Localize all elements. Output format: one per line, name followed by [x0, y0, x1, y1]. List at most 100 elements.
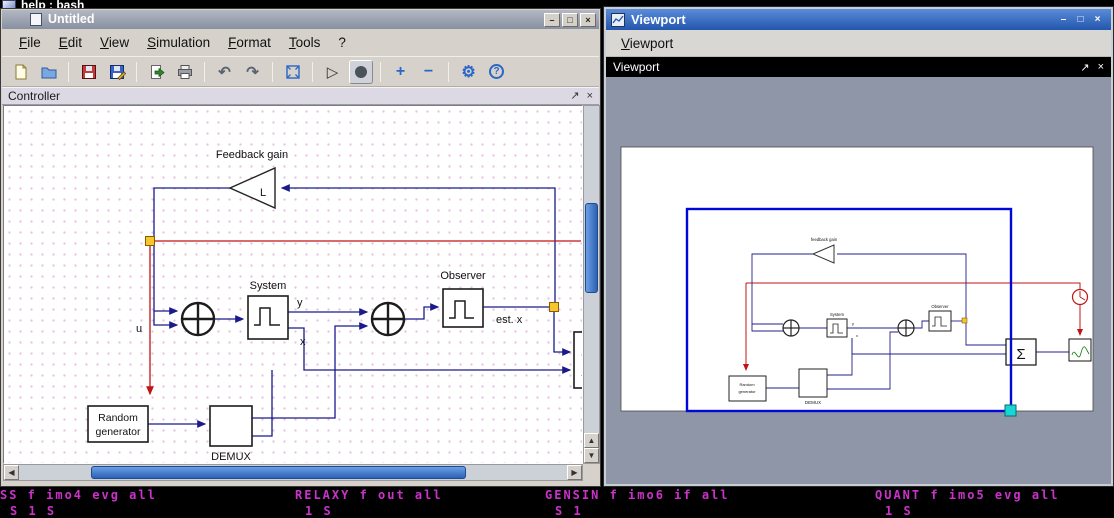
viewport-window-title: Viewport [631, 12, 1055, 27]
controller-panel-title: Controller [8, 88, 60, 104]
undock-icon[interactable]: ↗ [1080, 61, 1089, 74]
undo-button[interactable]: ↶ [212, 60, 237, 84]
play-icon: ▷ [327, 63, 339, 81]
system-block[interactable] [248, 296, 288, 339]
random-generator-block[interactable]: Random generator [88, 406, 148, 442]
terminal-output-fragment: S 1 S [10, 504, 56, 518]
mini-observer-block [929, 311, 951, 331]
export-button[interactable] [144, 60, 169, 84]
fit-diagram-button[interactable] [280, 60, 305, 84]
viewport-content[interactable]: feedback gain System y x [606, 77, 1111, 484]
horizontal-scroll-track[interactable] [19, 465, 567, 480]
y-label: y [297, 297, 303, 309]
sum-block[interactable] [372, 303, 404, 335]
mini-sum-block [783, 320, 799, 336]
menu-help[interactable]: ? [329, 32, 355, 53]
mini-scope-block [1069, 339, 1091, 361]
vertical-scrollbar[interactable]: ▲ ▼ [583, 105, 600, 464]
toolbar-separator [204, 62, 205, 82]
scroll-down-button[interactable]: ▼ [584, 448, 599, 463]
viewport-titlebar[interactable]: Viewport – □ × [606, 9, 1111, 30]
zoom-out-button[interactable]: − [416, 60, 441, 84]
horizontal-scroll-thumb[interactable] [91, 466, 466, 479]
maximize-button[interactable]: □ [1072, 12, 1089, 28]
close-button[interactable]: × [580, 13, 596, 27]
gear-icon: ⚙ [461, 62, 475, 82]
menu-edit[interactable]: Edit [50, 32, 91, 53]
diagram-canvas[interactable]: L Feedback gain System [3, 105, 583, 464]
save-as-button[interactable] [104, 60, 129, 84]
mini-y-label: y [852, 321, 854, 326]
toolbar-separator [312, 62, 313, 82]
demux-block[interactable] [210, 406, 252, 446]
zoom-in-button[interactable]: + [388, 60, 413, 84]
save-button[interactable] [76, 60, 101, 84]
menu-simulation[interactable]: Simulation [138, 32, 219, 53]
menu-format[interactable]: Format [219, 32, 280, 53]
terminal-output-line: RELAXY f out all [295, 488, 443, 502]
compare-block[interactable]: + − [574, 332, 583, 388]
panel-close-icon[interactable]: × [587, 88, 593, 104]
terminal-output-fragment: S 1 [555, 504, 583, 518]
mini-demux-label: DEMUX [805, 400, 821, 405]
vertical-scroll-thumb[interactable] [585, 203, 598, 293]
gain-block[interactable]: L [230, 168, 275, 208]
viewport-panel-header[interactable]: Viewport ↗ × [606, 57, 1111, 77]
terminal-output-line: GENSIN f imo6 if all [545, 488, 730, 502]
link-node[interactable] [550, 303, 559, 312]
scroll-right-button[interactable]: ▶ [567, 465, 582, 480]
minimize-button[interactable]: – [1055, 12, 1072, 28]
open-folder-icon [40, 63, 58, 81]
mini-random-label-1: Random [739, 382, 755, 387]
redo-button[interactable]: ↷ [240, 60, 265, 84]
mini-random-label-2: generator [738, 389, 756, 394]
u-label: u [136, 323, 142, 335]
mini-demux-block [799, 369, 827, 397]
terminal-output-fragment: 1 S [305, 504, 333, 518]
scroll-up-button[interactable]: ▲ [584, 433, 599, 448]
stop-simulation-button[interactable] [348, 60, 373, 84]
viewport-panel-title: Viewport [613, 60, 659, 74]
start-simulation-button[interactable]: ▷ [320, 60, 345, 84]
mini-observer-label: Observer [931, 304, 949, 309]
terminal-output-fragment: 1 S [885, 504, 913, 518]
terminal-output-line: QUANT f imo5 evg all [875, 488, 1060, 502]
selection-resize-handle[interactable] [1005, 405, 1016, 416]
new-button[interactable] [8, 60, 33, 84]
sum-block[interactable] [182, 303, 214, 335]
menu-tools[interactable]: Tools [280, 32, 330, 53]
scroll-left-button[interactable]: ◀ [4, 465, 19, 480]
about-button[interactable]: ? [484, 60, 509, 84]
sigma-symbol: Σ [1016, 346, 1025, 363]
document-icon [30, 13, 42, 26]
est-x-label: est. x [496, 314, 523, 326]
printer-icon [176, 63, 194, 81]
link-node[interactable] [146, 237, 155, 246]
observer-block[interactable] [443, 289, 483, 327]
options-button[interactable]: ⚙ [456, 60, 481, 84]
menu-viewport[interactable]: Viewport [612, 33, 682, 54]
open-button[interactable] [36, 60, 61, 84]
menu-file[interactable]: File [10, 32, 50, 53]
panel-close-icon[interactable]: × [1098, 61, 1104, 73]
editor-window-title: Untitled [48, 10, 95, 29]
close-button[interactable]: × [1089, 12, 1106, 28]
minimize-button[interactable]: – [544, 13, 560, 27]
horizontal-scrollbar[interactable]: ◀ ▶ [3, 464, 583, 481]
observer-label: Observer [440, 270, 486, 282]
maximize-button[interactable]: □ [562, 13, 578, 27]
toolbar-separator [136, 62, 137, 82]
zoom-out-icon: − [424, 63, 433, 81]
clock-block[interactable] [1073, 290, 1088, 305]
save-icon [80, 63, 98, 81]
viewport-window: Viewport – □ × Viewport Viewport ↗ × [603, 6, 1114, 487]
menu-view[interactable]: View [91, 32, 138, 53]
editor-titlebar[interactable]: Untitled – □ × [2, 10, 599, 29]
editor-toolbar: ↶ ↷ ▷ + − ⚙ ? [2, 56, 599, 87]
undock-icon[interactable]: ↗ [570, 88, 579, 104]
viewport-window-icon [611, 13, 625, 27]
mini-sum-block [898, 320, 914, 336]
print-button[interactable] [172, 60, 197, 84]
controller-panel-header[interactable]: Controller ↗ × [2, 87, 599, 105]
toolbar-separator [272, 62, 273, 82]
